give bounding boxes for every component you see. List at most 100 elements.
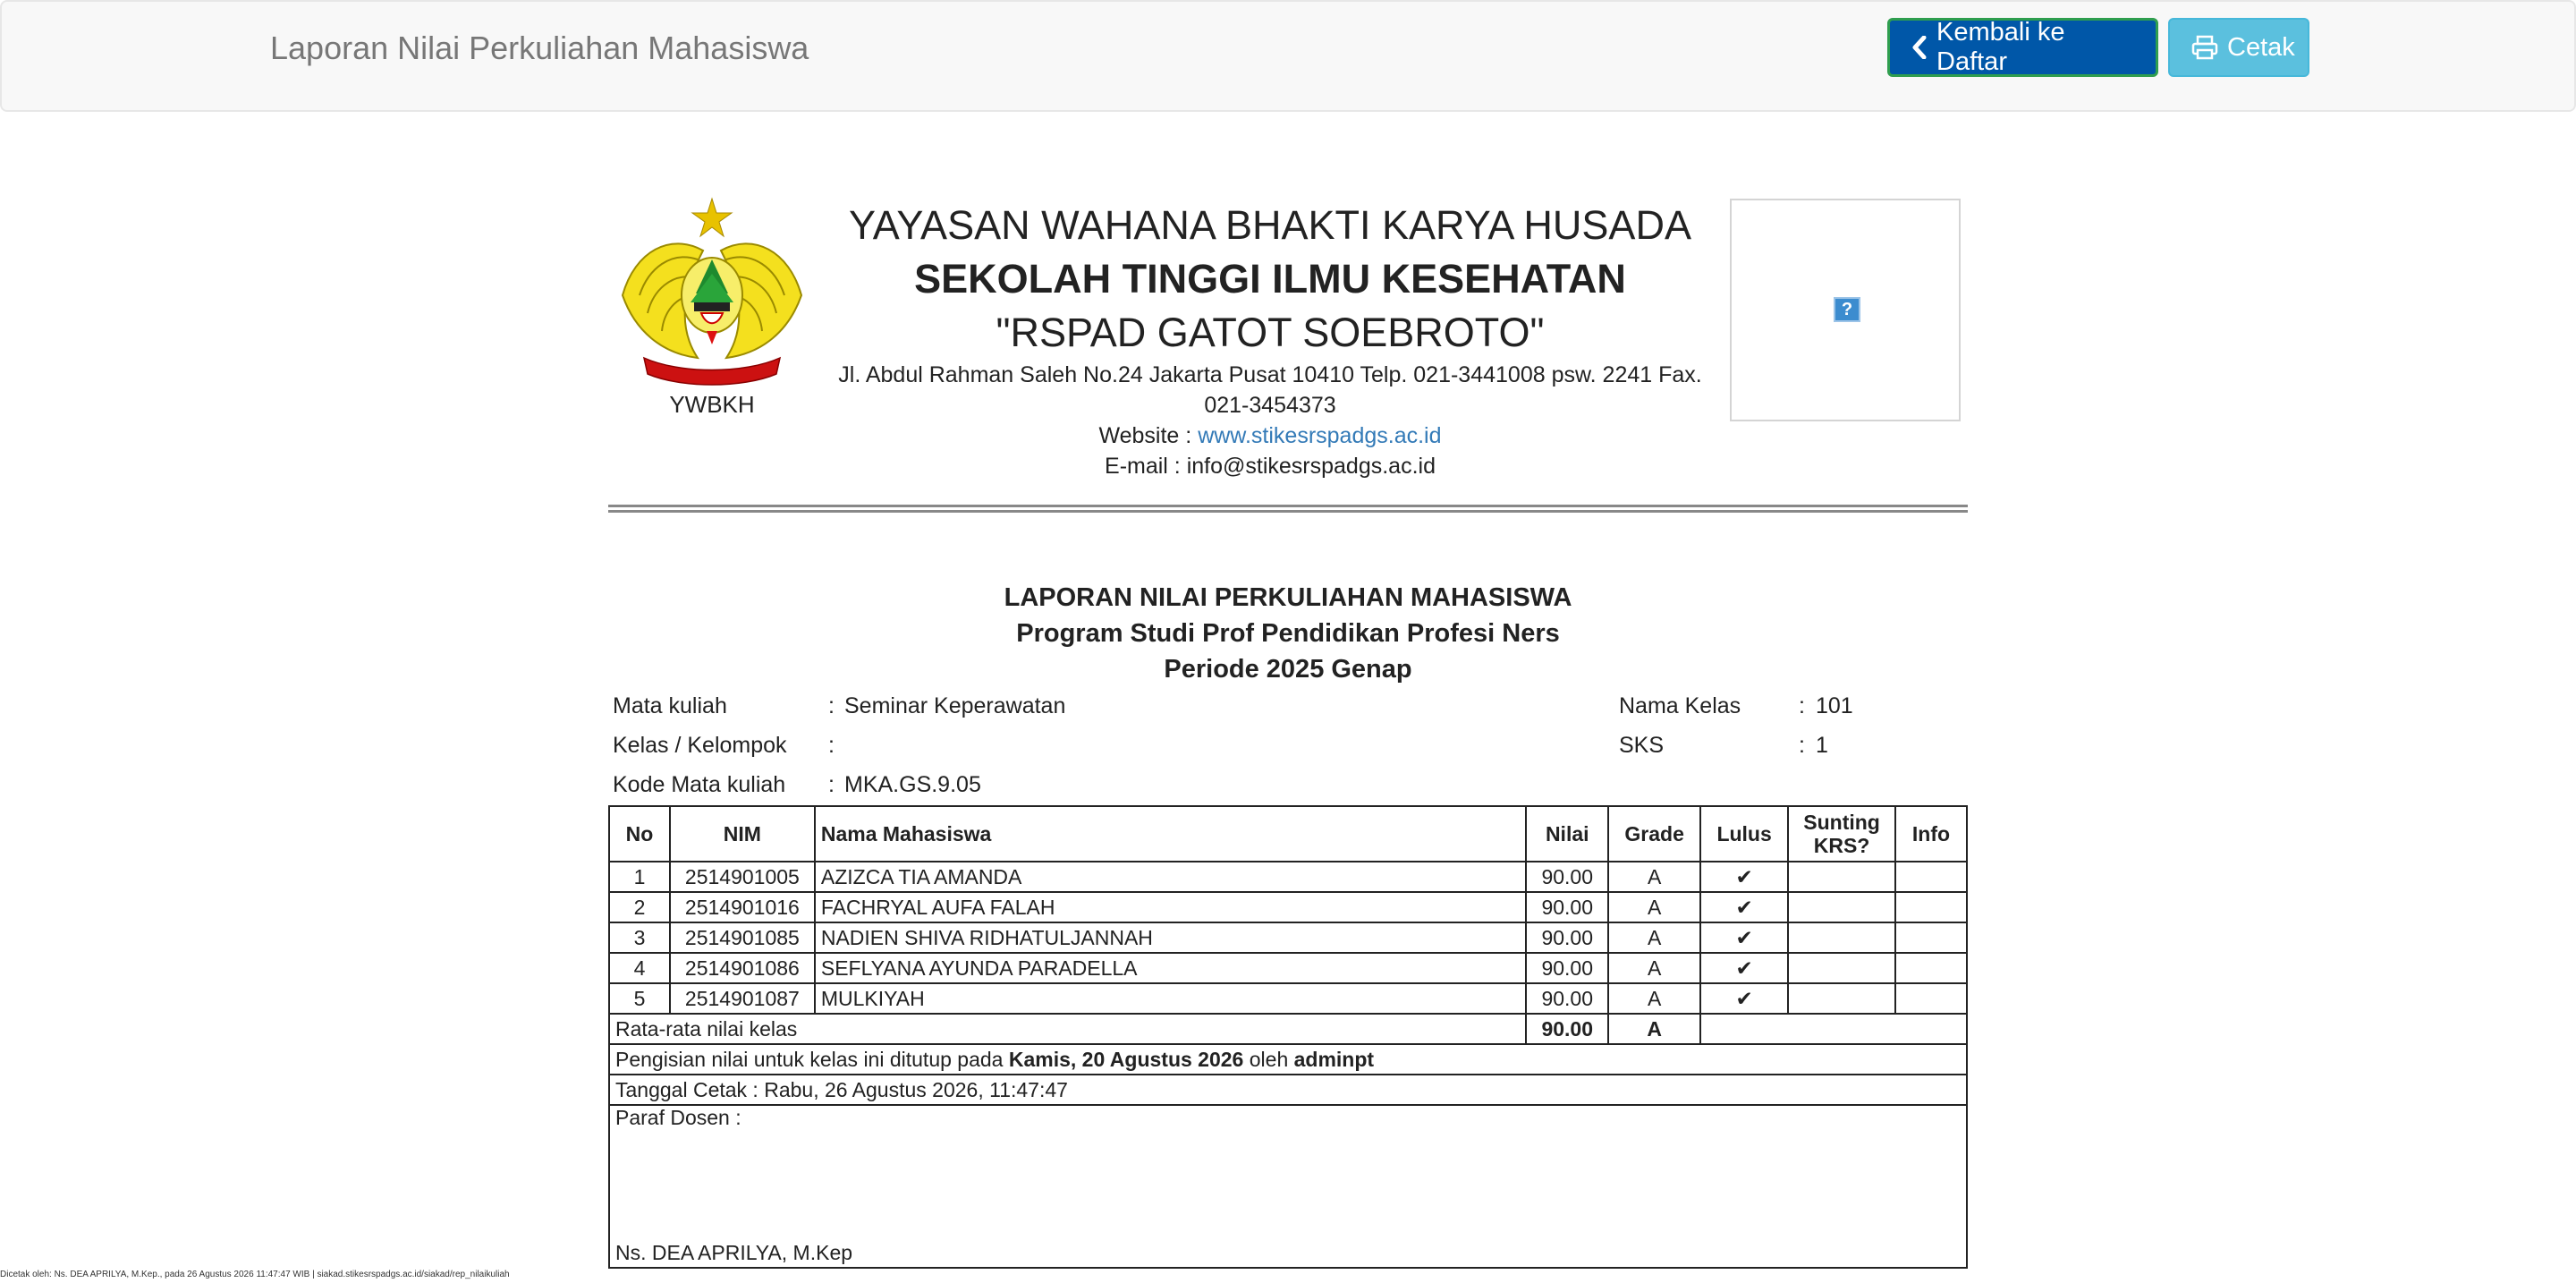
col-nim: NIM bbox=[668, 805, 816, 862]
printed-by-footer: Dicetak oleh: Ns. DEA APRILYA, M.Kep., p… bbox=[0, 1270, 510, 1279]
table-row: 5 2514901087 MULKIYAH 90.00 A ✔ bbox=[608, 982, 1968, 1015]
logo-caption: YWBKH bbox=[669, 391, 755, 418]
closed-by: adminpt bbox=[1293, 1047, 1375, 1071]
school-website: Website : www.stikesrspadgs.ac.id bbox=[823, 421, 1717, 451]
row-grade: A bbox=[1607, 891, 1702, 923]
mata-kuliah-label: Mata kuliah bbox=[613, 693, 727, 718]
average-grade: A bbox=[1607, 1013, 1702, 1045]
website-link[interactable]: www.stikesrspadgs.ac.id bbox=[1198, 423, 1441, 448]
back-button-label: Kembali ke Daftar bbox=[1936, 18, 2065, 76]
row-info bbox=[1894, 861, 1968, 893]
row-lulus-check: ✔ bbox=[1699, 922, 1790, 954]
col-no: No bbox=[608, 805, 671, 862]
table-row: 3 2514901085 NADIEN SHIVA RIDHATULJANNAH… bbox=[608, 922, 1968, 954]
row-nim: 2514901016 bbox=[668, 891, 816, 923]
sep: : bbox=[1799, 733, 1805, 758]
signature-row: Paraf Dosen : Ns. DEA APRILYA, M.Kep bbox=[608, 1104, 1968, 1269]
col-info: Info bbox=[1894, 805, 1968, 862]
chevron-left-icon bbox=[1911, 36, 1928, 59]
row-grade: A bbox=[1607, 952, 1702, 984]
signature-cell: Paraf Dosen : Ns. DEA APRILYA, M.Kep bbox=[608, 1104, 1968, 1269]
kode-label: Kode Mata kuliah bbox=[613, 772, 786, 797]
row-nama: AZIZCA TIA AMANDA bbox=[813, 861, 1528, 893]
row-sunting bbox=[1787, 891, 1897, 923]
closed-prefix: Pengisian nilai untuk kelas ini ditutup … bbox=[615, 1047, 1009, 1071]
school-name: SEKOLAH TINGGI ILMU KESEHATAN bbox=[914, 256, 1626, 302]
row-grade: A bbox=[1607, 982, 1702, 1015]
report-title: LAPORAN NILAI PERKULIAHAN MAHASISWA Prog… bbox=[608, 580, 1968, 687]
sep: : bbox=[828, 772, 835, 797]
website-label: Website : bbox=[1098, 423, 1199, 448]
row-info bbox=[1894, 922, 1968, 954]
col-lulus: Lulus bbox=[1699, 805, 1790, 862]
row-info bbox=[1894, 982, 1968, 1015]
header-divider bbox=[608, 505, 1968, 507]
school-subname: "RSPAD GATOT SOEBROTO" bbox=[996, 310, 1545, 355]
row-no: 4 bbox=[608, 952, 671, 984]
institution-logo bbox=[617, 197, 807, 389]
print-date: Tanggal Cetak : Rabu, 26 Agustus 2026, 1… bbox=[608, 1074, 1968, 1106]
average-row: Rata-rata nilai kelas 90.00 A bbox=[607, 1013, 1968, 1045]
row-grade: A bbox=[1607, 861, 1702, 893]
average-label: Rata-rata nilai kelas bbox=[607, 1013, 1528, 1045]
navbar-title: Laporan Nilai Perkuliahan Mahasiswa bbox=[270, 30, 809, 66]
back-to-list-button[interactable]: Kembali ke Daftar bbox=[1887, 18, 2158, 77]
report-title-line3: Periode 2025 Genap bbox=[1164, 655, 1412, 684]
sep: : bbox=[828, 693, 835, 718]
row-nim: 2514901005 bbox=[668, 861, 816, 893]
letterhead-text: YAYASAN WAHANA BHAKTI KARYA HUSADA SEKOL… bbox=[823, 199, 1717, 481]
school-email: E-mail : info@stikesrspadgs.ac.id bbox=[1105, 454, 1436, 479]
photo-placeholder: ? bbox=[1730, 199, 1961, 421]
row-sunting bbox=[1787, 861, 1897, 893]
print-button[interactable]: Cetak bbox=[2168, 18, 2309, 77]
sep: : bbox=[828, 733, 835, 758]
row-nilai: 90.00 bbox=[1525, 982, 1610, 1015]
closed-info-row: Pengisian nilai untuk kelas ini ditutup … bbox=[608, 1043, 1968, 1075]
grades-table: No NIM Nama Mahasiswa Nilai Grade Lulus … bbox=[607, 805, 1968, 1269]
kelas-label: Kelas / Kelompok bbox=[613, 733, 787, 758]
nama-kelas-value: 101 bbox=[1816, 693, 1853, 718]
lecturer-name: Ns. DEA APRILYA, M.Kep bbox=[615, 1241, 853, 1264]
row-nama: FACHRYAL AUFA FALAH bbox=[813, 891, 1528, 923]
table-row: 4 2514901086 SEFLYANA AYUNDA PARADELLA 9… bbox=[608, 952, 1968, 984]
school-address: Jl. Abdul Rahman Saleh No.24 Jakarta Pus… bbox=[838, 362, 1702, 418]
printer-icon bbox=[2191, 35, 2218, 60]
col-sunting-krs: Sunting KRS? bbox=[1787, 805, 1897, 862]
report-title-line1: LAPORAN NILAI PERKULIAHAN MAHASISWA bbox=[1004, 583, 1572, 612]
row-nama: NADIEN SHIVA RIDHATULJANNAH bbox=[813, 922, 1528, 954]
row-no: 1 bbox=[608, 861, 671, 893]
table-row: 2 2514901016 FACHRYAL AUFA FALAH 90.00 A… bbox=[608, 891, 1968, 923]
average-empty bbox=[1699, 1013, 1968, 1045]
row-sunting bbox=[1787, 922, 1897, 954]
table-header-row: No NIM Nama Mahasiswa Nilai Grade Lulus … bbox=[608, 805, 1968, 862]
sks-label: SKS bbox=[1619, 733, 1665, 758]
row-info bbox=[1894, 952, 1968, 984]
broken-image-icon: ? bbox=[1834, 297, 1860, 322]
row-info bbox=[1894, 891, 1968, 923]
foundation-name: YAYASAN WAHANA BHAKTI KARYA HUSADA bbox=[849, 202, 1691, 248]
row-sunting bbox=[1787, 952, 1897, 984]
mata-kuliah-value: Seminar Keperawatan bbox=[844, 693, 1066, 718]
row-nim: 2514901086 bbox=[668, 952, 816, 984]
row-lulus-check: ✔ bbox=[1699, 891, 1790, 923]
report-title-line2: Program Studi Prof Pendidikan Profesi Ne… bbox=[1016, 619, 1560, 648]
row-nim: 2514901085 bbox=[668, 922, 816, 954]
row-sunting bbox=[1787, 982, 1897, 1015]
print-button-label: Cetak bbox=[2227, 32, 2295, 62]
closed-date: Kamis, 20 Agustus 2026 bbox=[1008, 1047, 1244, 1071]
nama-kelas-label: Nama Kelas bbox=[1619, 693, 1741, 718]
col-nilai: Nilai bbox=[1525, 805, 1610, 862]
kode-value: MKA.GS.9.05 bbox=[844, 772, 981, 797]
print-date-row: Tanggal Cetak : Rabu, 26 Agustus 2026, 1… bbox=[608, 1074, 1968, 1106]
col-grade: Grade bbox=[1607, 805, 1702, 862]
table-row: 1 2514901005 AZIZCA TIA AMANDA 90.00 A ✔ bbox=[608, 861, 1968, 893]
row-no: 2 bbox=[608, 891, 671, 923]
sep: : bbox=[1799, 693, 1805, 718]
paraf-label: Paraf Dosen : bbox=[615, 1106, 741, 1129]
row-nilai: 90.00 bbox=[1525, 891, 1610, 923]
row-nama: MULKIYAH bbox=[813, 982, 1528, 1015]
top-navbar: Laporan Nilai Perkuliahan Mahasiswa Kemb… bbox=[0, 0, 2576, 112]
row-nilai: 90.00 bbox=[1525, 922, 1610, 954]
row-no: 3 bbox=[608, 922, 671, 954]
closed-mid: oleh bbox=[1243, 1047, 1294, 1071]
